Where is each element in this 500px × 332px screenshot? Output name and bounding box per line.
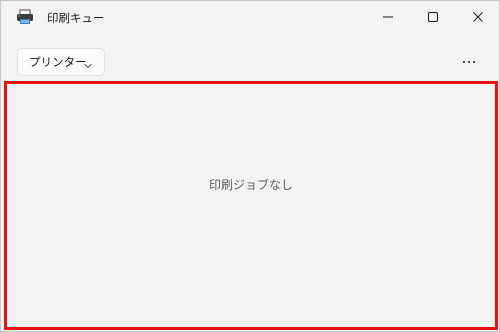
window-title: 印刷キュー xyxy=(47,11,105,25)
empty-state-message: 印刷ジョブなし xyxy=(208,178,293,192)
title-bar[interactable]: 印刷キュー xyxy=(1,1,499,35)
minimize-icon xyxy=(382,8,394,27)
print-queue-window: 印刷キュー プリンター 印刷ジョブなし xyxy=(0,0,500,332)
close-button[interactable] xyxy=(456,1,500,34)
more-horizontal-icon xyxy=(462,60,477,64)
print-jobs-list: 印刷ジョブなし xyxy=(4,81,498,330)
maximize-button[interactable] xyxy=(411,1,455,34)
more-options-button[interactable] xyxy=(455,49,483,75)
printer-dropdown[interactable]: プリンター xyxy=(17,48,105,76)
printer-dropdown-label: プリンター xyxy=(29,55,87,69)
chevron-down-icon xyxy=(83,59,93,69)
maximize-icon xyxy=(427,8,439,27)
close-icon xyxy=(472,8,484,27)
printer-icon xyxy=(16,9,34,25)
minimize-button[interactable] xyxy=(366,1,410,34)
